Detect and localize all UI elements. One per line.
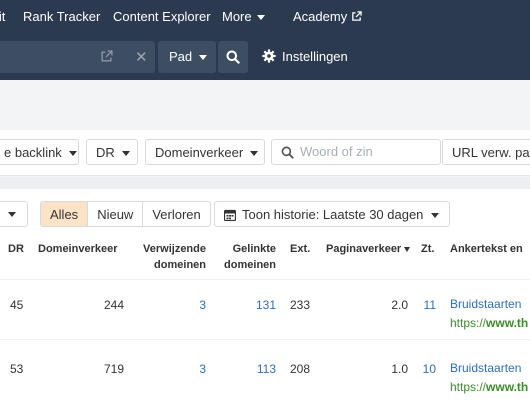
chevron-down-icon xyxy=(199,55,208,61)
segment-all[interactable]: Alles xyxy=(41,202,88,226)
cell-dr: 45 xyxy=(10,298,24,312)
chevron-down-icon xyxy=(250,151,259,157)
segment-lost[interactable]: Verloren xyxy=(142,202,209,226)
cell-keywords[interactable]: 10 xyxy=(416,362,436,376)
domain-traffic-dropdown[interactable]: Domeinverkeer xyxy=(145,139,265,165)
nav-item-academy[interactable]: Academy xyxy=(293,9,362,24)
nav-item-more[interactable]: More xyxy=(222,9,265,24)
chevron-down-icon xyxy=(256,15,265,21)
filter-bar: e backlink DR Domeinverkeer URL verw. pa… xyxy=(0,130,530,176)
chevron-down-icon xyxy=(121,151,130,157)
column-header-anchor[interactable]: Ankertekst en xyxy=(450,241,523,257)
search-icon xyxy=(281,146,294,159)
cell-linked-domains[interactable]: 131 xyxy=(230,298,276,312)
domain-traffic-label: Domeinverkeer xyxy=(155,145,244,160)
divider-strip xyxy=(0,177,530,189)
cell-domain-traffic: 244 xyxy=(103,298,124,312)
backlinks-panel: Alles Nieuw Verloren Toon historie: Laat… xyxy=(0,189,530,400)
calendar-icon xyxy=(223,209,237,222)
dr-dropdown-label: DR xyxy=(96,145,115,160)
cell-anchor-url[interactable]: https://www.th xyxy=(450,316,528,330)
cell-dr: 53 xyxy=(10,362,24,376)
cell-anchor-text[interactable]: Bruidstaarten xyxy=(450,297,521,311)
cell-referring-domains[interactable]: 3 xyxy=(160,298,206,312)
settings-label: Instellingen xyxy=(282,49,348,64)
status-segmented-control: Alles Nieuw Verloren xyxy=(40,201,211,227)
nav-item-content-explorer[interactable]: Content Explorer xyxy=(113,9,211,24)
external-link-icon xyxy=(352,11,362,21)
chevron-down-icon xyxy=(431,213,440,219)
referring-url-dropdown[interactable]: URL verw. pag xyxy=(442,139,530,165)
column-header-ext[interactable]: Ext. xyxy=(290,241,310,257)
history-label: Toon historie: Laatste 30 dagen xyxy=(242,207,424,222)
column-header-referring-domains[interactable]: Verwijzende domeinen xyxy=(130,241,206,273)
settings-button[interactable]: Instellingen xyxy=(262,49,348,64)
row-divider xyxy=(0,339,530,340)
top-navigation: lit Rank Tracker Content Explorer More A… xyxy=(0,0,530,36)
cell-referring-domains[interactable]: 3 xyxy=(160,362,206,376)
url-input[interactable]: ✕ xyxy=(0,41,155,73)
nav-item-rank-tracker[interactable]: Rank Tracker xyxy=(23,9,100,24)
url-domain: www.th xyxy=(486,316,529,330)
cell-linked-domains[interactable]: 113 xyxy=(230,362,276,376)
referring-header-line2: domeinen xyxy=(154,259,206,271)
mode-select[interactable]: Pad xyxy=(158,41,216,73)
column-header-dr[interactable]: DR xyxy=(8,241,24,257)
close-icon[interactable]: ✕ xyxy=(135,48,148,66)
column-header-page-traffic[interactable]: Paginaverkeer xyxy=(326,241,411,257)
segment-new[interactable]: Nieuw xyxy=(87,202,142,226)
external-link-icon[interactable] xyxy=(100,50,113,63)
phrase-search-input[interactable] xyxy=(300,144,435,159)
chevron-down-icon xyxy=(68,151,77,157)
cell-page-traffic: 1.0 xyxy=(391,362,408,376)
url-prefix: https:// xyxy=(450,380,487,394)
nav-academy-label: Academy xyxy=(293,9,348,24)
linked-header-line1: Gelinkte xyxy=(232,243,276,255)
linked-header-line2: domeinen xyxy=(224,259,276,271)
row-divider xyxy=(0,279,530,280)
cell-page-traffic: 2.0 xyxy=(391,298,408,312)
gear-icon xyxy=(262,49,276,63)
page-header-band xyxy=(0,80,530,130)
history-dropdown[interactable]: Toon historie: Laatste 30 dagen xyxy=(214,201,451,227)
referring-header-line1: Verwijzende xyxy=(143,243,206,255)
cell-anchor-text[interactable]: Bruidstaarten xyxy=(450,361,521,375)
link-type-dropdown[interactable] xyxy=(0,201,28,227)
column-header-linked-domains[interactable]: Gelinkte domeinen xyxy=(210,241,276,273)
column-header-domain-traffic[interactable]: Domeinverkeer xyxy=(38,241,118,257)
search-icon xyxy=(226,50,240,64)
nav-item-site-audit[interactable]: lit xyxy=(0,9,5,24)
cell-keywords[interactable]: 11 xyxy=(416,298,436,312)
page-traffic-header-label: Paginaverkeer xyxy=(326,243,402,255)
url-prefix: https:// xyxy=(450,316,487,330)
phrase-search-field[interactable] xyxy=(271,139,441,165)
dr-dropdown[interactable]: DR xyxy=(86,139,138,165)
cell-anchor-url[interactable]: https://www.th xyxy=(450,380,528,394)
cell-ext: 233 xyxy=(290,298,311,312)
backlink-type-dropdown[interactable]: e backlink xyxy=(0,139,79,165)
sort-desc-icon xyxy=(404,246,411,252)
backlink-type-label: e backlink xyxy=(4,145,62,160)
chevron-down-icon xyxy=(8,212,16,217)
column-header-keywords[interactable]: Zt. xyxy=(421,241,434,257)
url-domain: www.th xyxy=(486,380,529,394)
search-bar: ✕ Pad Instellingen xyxy=(0,36,530,80)
nav-more-label: More xyxy=(222,9,252,24)
cell-domain-traffic: 719 xyxy=(103,362,124,376)
search-button[interactable] xyxy=(218,41,248,73)
mode-select-value: Pad xyxy=(169,49,193,64)
cell-ext: 208 xyxy=(290,362,311,376)
